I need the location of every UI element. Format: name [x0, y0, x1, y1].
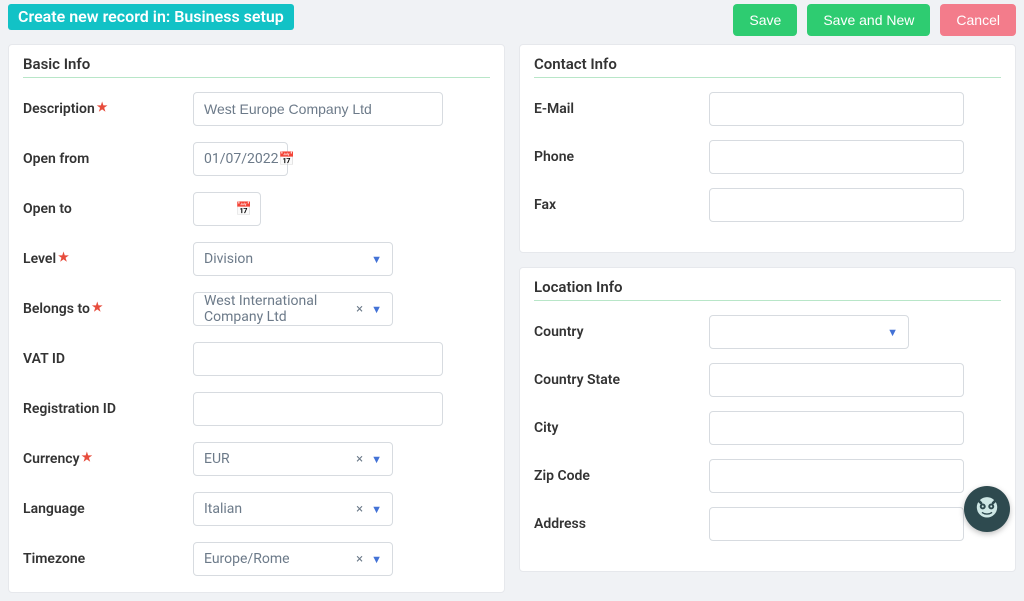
belongs-to-select[interactable]: West International Company Ltd × ▼: [193, 292, 393, 326]
save-and-new-button[interactable]: Save and New: [807, 4, 930, 36]
email-label: E-Mail: [534, 101, 709, 117]
timezone-label: Timezone: [23, 551, 193, 567]
timezone-select[interactable]: Europe/Rome × ▼: [193, 542, 393, 576]
description-label: Description★: [23, 101, 193, 117]
phone-label: Phone: [534, 149, 709, 165]
vat-id-label: VAT ID: [23, 351, 193, 367]
city-label: City: [534, 420, 709, 436]
location-info-panel: Location Info Country ▼ Country State Ci…: [519, 267, 1016, 572]
city-input[interactable]: [709, 411, 964, 445]
fax-label: Fax: [534, 197, 709, 213]
action-buttons: Save Save and New Cancel: [733, 4, 1016, 36]
country-state-label: Country State: [534, 372, 709, 388]
registration-id-label: Registration ID: [23, 401, 193, 417]
clear-icon[interactable]: ×: [356, 302, 363, 317]
divider: [534, 77, 1001, 78]
save-button[interactable]: Save: [733, 4, 797, 36]
required-icon: ★: [92, 300, 103, 314]
chevron-down-icon: ▼: [887, 326, 898, 339]
open-from-label: Open from: [23, 151, 193, 167]
registration-id-input[interactable]: [193, 392, 443, 426]
address-label: Address: [534, 516, 709, 532]
open-to-label: Open to: [23, 201, 193, 217]
level-label: Level★: [23, 251, 193, 267]
belongs-to-label: Belongs to★: [23, 301, 193, 317]
required-icon: ★: [82, 450, 93, 464]
open-to-input[interactable]: 📅: [193, 192, 261, 226]
clear-icon[interactable]: ×: [356, 552, 363, 567]
chevron-down-icon: ▼: [371, 303, 382, 316]
country-select[interactable]: ▼: [709, 315, 909, 349]
language-select[interactable]: Italian × ▼: [193, 492, 393, 526]
zip-code-label: Zip Code: [534, 468, 709, 484]
chevron-down-icon: ▼: [371, 553, 382, 566]
chevron-down-icon: ▼: [371, 503, 382, 516]
phone-input[interactable]: [709, 140, 964, 174]
chat-widget[interactable]: [964, 486, 1010, 532]
contact-info-title: Contact Info: [534, 55, 1001, 77]
open-from-input[interactable]: 01/07/2022 📅: [193, 142, 288, 176]
vat-id-input[interactable]: [193, 342, 443, 376]
clear-icon[interactable]: ×: [356, 452, 363, 467]
location-info-title: Location Info: [534, 278, 1001, 300]
required-icon: ★: [97, 100, 108, 114]
zip-code-input[interactable]: [709, 459, 964, 493]
required-icon: ★: [58, 250, 69, 264]
chevron-down-icon: ▼: [371, 453, 382, 466]
chevron-down-icon: ▼: [371, 253, 382, 266]
email-input[interactable]: [709, 92, 964, 126]
fax-input[interactable]: [709, 188, 964, 222]
country-state-input[interactable]: [709, 363, 964, 397]
contact-info-panel: Contact Info E-Mail Phone Fax: [519, 44, 1016, 253]
currency-select[interactable]: EUR × ▼: [193, 442, 393, 476]
description-input[interactable]: [193, 92, 443, 126]
basic-info-title: Basic Info: [23, 55, 490, 77]
currency-label: Currency★: [23, 451, 193, 467]
calendar-icon: 📅: [279, 152, 295, 167]
country-label: Country: [534, 324, 709, 340]
level-select[interactable]: Division ▼: [193, 242, 393, 276]
avatar-icon: [970, 492, 1004, 526]
language-label: Language: [23, 501, 193, 517]
basic-info-panel: Basic Info Description★ Open from 01/07/…: [8, 44, 505, 593]
clear-icon[interactable]: ×: [356, 502, 363, 517]
page-title: Create new record in: Business setup: [8, 4, 294, 30]
divider: [534, 300, 1001, 301]
cancel-button[interactable]: Cancel: [940, 4, 1016, 36]
calendar-icon: 📅: [236, 202, 252, 217]
address-input[interactable]: [709, 507, 964, 541]
divider: [23, 77, 490, 78]
